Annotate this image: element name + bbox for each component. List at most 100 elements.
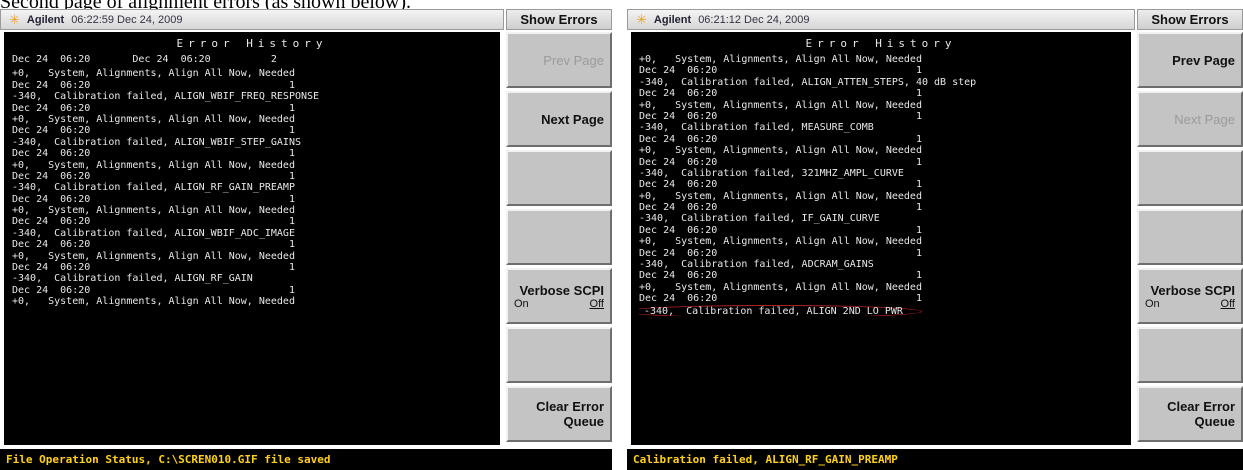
- error-line-text: Dec 24 06:20 1: [639, 133, 922, 145]
- error-line: Dec 24 06:20 1: [639, 225, 1123, 236]
- error-line-text: +0, System, Alignments, Align All Now, N…: [639, 236, 922, 248]
- error-line-text: -340, Calibration failed, ALIGN_ATTEN_ST…: [639, 76, 977, 88]
- error-line: Dec 24 06:20 1: [12, 148, 492, 159]
- blank-softkey-4[interactable]: [506, 209, 612, 265]
- blank-softkey-6[interactable]: [506, 327, 612, 383]
- error-line: Dec 24 06:20 1: [12, 80, 492, 91]
- error-line-text: Dec 24 06:20 1: [12, 239, 295, 251]
- error-line-text: +0, System, Alignments, Align All Now, N…: [12, 159, 295, 171]
- prev-page-button[interactable]: Prev Page: [506, 32, 612, 88]
- error-line-text: Dec 24 06:20 1: [639, 293, 922, 305]
- error-line: Dec 24 06:20 1: [12, 194, 492, 205]
- blank-softkey-3[interactable]: [1137, 150, 1243, 206]
- error-line: Dec 24 06:20 1: [12, 262, 492, 273]
- error-line-text: Dec 24 06:20 1: [639, 65, 922, 77]
- agilent-logo-icon: ✳: [9, 12, 20, 27]
- error-line-text: -340, Calibration failed, ALIGN_WBIF_FRE…: [12, 91, 320, 103]
- error-line: -340, Calibration failed, ALIGN_RF_GAIN: [12, 273, 492, 284]
- error-line-text: Dec 24 06:20 1: [12, 125, 295, 137]
- blank-softkey-4[interactable]: [1137, 209, 1243, 265]
- error-line-text: +0, System, Alignments, Align All Now, N…: [12, 113, 295, 125]
- error-line: Dec 24 06:20 1: [12, 216, 492, 227]
- softkey-column: Prev Page Next Page Verbose SCPI On Off …: [506, 32, 612, 445]
- error-line: Dec 24 06:20 1: [12, 125, 492, 136]
- error-line: Dec 24 06:20 1: [639, 88, 1123, 99]
- toggle-on-label: On: [514, 297, 529, 310]
- clear-error-queue-button[interactable]: Clear Error Queue: [1137, 386, 1243, 442]
- error-line-text: +0, System, Alignments, Align All Now, N…: [12, 205, 295, 217]
- brand-name: Agilent: [653, 13, 692, 26]
- error-line: Dec 24 06:20 1: [12, 103, 492, 114]
- next-page-button[interactable]: Next Page: [1137, 91, 1243, 147]
- error-line-text: Dec 24 06:20 1: [12, 79, 295, 91]
- error-line: -340, Calibration failed, 321MHZ_AMPL_CU…: [639, 168, 1123, 179]
- error-line: Dec 24 06:20 1: [639, 134, 1123, 145]
- next-page-button[interactable]: Next Page: [506, 91, 612, 147]
- error-line-text: Dec 24 06:20 1: [12, 193, 295, 205]
- error-line: +0, System, Alignments, Align All Now, N…: [12, 205, 492, 216]
- error-line-text: -340, Calibration failed, 321MHZ_AMPL_CU…: [639, 167, 904, 179]
- error-line-text: -340, Calibration failed, ALIGN_WBIF_STE…: [12, 136, 301, 148]
- error-line: Dec 24 06:20 1: [639, 111, 1123, 122]
- menu-title: Show Errors: [1137, 9, 1243, 30]
- error-line: -340, Calibration failed, ALIGN_WBIF_FRE…: [12, 91, 492, 102]
- error-line: -340, Calibration failed, ALIGN_2ND_LO_P…: [639, 304, 1123, 316]
- error-line-text: +0, System, Alignments, Align All Now, N…: [12, 250, 295, 262]
- error-line: +0, System, Alignments, Align All Now, N…: [639, 100, 1123, 111]
- verbose-scpi-label: Verbose SCPI: [519, 282, 604, 298]
- error-line: Dec 24 06:20 1: [639, 65, 1123, 76]
- error-line: +0, System, Alignments, Align All Now, N…: [12, 160, 492, 171]
- verbose-scpi-toggle[interactable]: Verbose SCPI On Off: [506, 268, 612, 324]
- status-bar: File Operation Status, C:\SCREN010.GIF f…: [0, 449, 612, 470]
- error-line: Dec 24 06:20 1: [639, 270, 1123, 281]
- error-line-text: -340, Calibration failed, ALIGN_RF_GAIN_…: [12, 182, 295, 194]
- timestamp: 06:21:12 Dec 24, 2009: [698, 13, 810, 26]
- title-bar: ✳ Agilent 06:22:59 Dec 24, 2009: [0, 9, 504, 30]
- error-line-text: Dec 24 06:20 1: [12, 148, 295, 160]
- error-line: +0, System, Alignments, Align All Now, N…: [639, 191, 1123, 202]
- error-line-text: +0, System, Alignments, Align All Now, N…: [639, 281, 922, 293]
- error-line-text: -340, Calibration failed, ALIGN_RF_GAIN: [12, 273, 253, 285]
- error-line: -340, Calibration failed, ALIGN_WBIF_ADC…: [12, 228, 492, 239]
- timestamp: 06:22:59 Dec 24, 2009: [71, 13, 183, 26]
- error-list: Dec 24 06:20 Dec 24 06:20 2 +0, System, A…: [12, 54, 492, 308]
- error-history-screen: Error History Dec 24 06:20 Dec 24 06:20 …: [4, 32, 500, 445]
- error-line-text: Dec 24 06:20 1: [639, 179, 922, 191]
- error-line-text: -340, Calibration failed, ALIGN_WBIF_ADC…: [12, 227, 295, 239]
- error-line-text: Dec 24 06:20 1: [639, 88, 922, 100]
- screen-title: Error History: [176, 37, 328, 50]
- error-line: Dec 24 06:20 1: [639, 157, 1123, 168]
- prev-page-button[interactable]: Prev Page: [1137, 32, 1243, 88]
- error-line: Dec 24 06:20 1: [639, 179, 1123, 190]
- error-line: Dec 24 06:20 1: [639, 248, 1123, 259]
- toggle-off-label: Off: [589, 297, 604, 310]
- error-line-text: Dec 24 06:20 1: [639, 270, 922, 282]
- error-line-text: -340, Calibration failed, IF_GAIN_CURVE: [639, 213, 880, 225]
- error-line-text: Dec 24 06:20 Dec 24 06:20 2: [12, 54, 277, 65]
- clear-error-label-1: Clear Error: [536, 399, 604, 414]
- error-line: +0, System, Alignments, Align All Now, N…: [639, 54, 1123, 65]
- verbose-scpi-label: Verbose SCPI: [1150, 282, 1235, 298]
- clear-error-queue-button[interactable]: Clear Error Queue: [506, 386, 612, 442]
- error-line: -340, Calibration failed, ADCRAM_GAINS: [639, 259, 1123, 270]
- error-line-text: +0, System, Alignments, Align All Now, N…: [12, 68, 295, 80]
- error-line-text: Dec 24 06:20 1: [12, 102, 295, 114]
- error-line-text: Dec 24 06:20 1: [639, 156, 922, 168]
- error-history-screen: Error History +0, System, Alignments, Al…: [631, 32, 1131, 445]
- verbose-scpi-toggle[interactable]: Verbose SCPI On Off: [1137, 268, 1243, 324]
- error-line-text: Dec 24 06:20 1: [12, 262, 295, 274]
- brand-name: Agilent: [26, 13, 65, 26]
- analyzer-screen-left: ✳ Agilent 06:22:59 Dec 24, 2009 Show Err…: [0, 9, 612, 470]
- error-line: +0, System, Alignments, Align All Now, N…: [12, 68, 492, 79]
- highlighted-error: -340, Calibration failed, ALIGN_2ND_LO_P…: [639, 304, 922, 316]
- toggle-off-label: Off: [1220, 297, 1235, 310]
- error-line: -340, Calibration failed, ALIGN_WBIF_STE…: [12, 137, 492, 148]
- clear-error-label-1: Clear Error: [1167, 399, 1235, 414]
- error-line-text: Dec 24 06:20 1: [639, 110, 922, 122]
- error-line-text: +0, System, Alignments, Align All Now, N…: [639, 190, 922, 202]
- error-line: +0, System, Alignments, Align All Now, N…: [639, 236, 1123, 247]
- blank-softkey-3[interactable]: [506, 150, 612, 206]
- analyzer-screen-right: ✳ Agilent 06:21:12 Dec 24, 2009 Show Err…: [627, 9, 1243, 470]
- blank-softkey-6[interactable]: [1137, 327, 1243, 383]
- error-line-text: +0, System, Alignments, Align All Now, N…: [639, 99, 922, 111]
